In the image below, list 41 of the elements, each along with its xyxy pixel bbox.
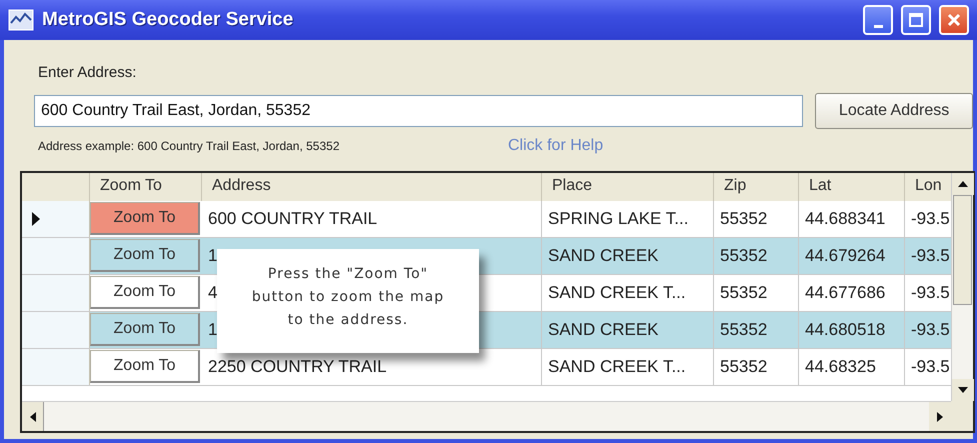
- table-cell: 44.677686: [799, 275, 905, 311]
- close-icon: [946, 12, 962, 28]
- scroll-down-icon[interactable]: [958, 387, 968, 393]
- scroll-left-icon[interactable]: [30, 412, 36, 422]
- table-cell: 44.688341: [799, 201, 905, 237]
- table-cell: 55352: [714, 201, 799, 237]
- table-cell: 44.679264: [799, 238, 905, 274]
- table-cell: 44.68325: [799, 349, 905, 385]
- vertical-scrollbar[interactable]: [951, 173, 973, 401]
- table-cell: SAND CREEK: [542, 312, 714, 348]
- scroll-up-icon[interactable]: [958, 181, 968, 187]
- row-header[interactable]: [22, 201, 90, 237]
- minimize-button[interactable]: [863, 5, 893, 35]
- close-button[interactable]: [939, 5, 969, 35]
- table-cell: 600 COUNTRY TRAIL: [202, 201, 542, 237]
- table-cell: SAND CREEK T...: [542, 349, 714, 385]
- table-cell: 55352: [714, 349, 799, 385]
- table-cell: 44.680518: [799, 312, 905, 348]
- zoom-to-button[interactable]: Zoom To: [90, 276, 200, 309]
- minimize-icon: [874, 24, 882, 28]
- locate-address-button[interactable]: Locate Address: [815, 93, 973, 129]
- maximize-icon: [908, 12, 924, 28]
- table-cell: SAND CREEK T...: [542, 275, 714, 311]
- table-cell: SPRING LAKE T...: [542, 201, 714, 237]
- table-cell: 55352: [714, 312, 799, 348]
- zoom-to-button[interactable]: Zoom To: [90, 350, 200, 383]
- table-cell: 55352: [714, 275, 799, 311]
- zoom-to-button[interactable]: Zoom To: [90, 313, 200, 346]
- address-field[interactable]: 600 Country Trail East, Jordan, 55352: [34, 95, 804, 127]
- address-example: Address example: 600 Country Trail East, Jordan, 55352: [38, 139, 340, 153]
- horizontal-scrollbar[interactable]: [22, 401, 951, 431]
- table-cell: SAND CREEK: [542, 238, 714, 274]
- app-icon: [8, 9, 34, 31]
- table-cell: 55352: [714, 238, 799, 274]
- address-label: Enter Address:: [38, 64, 136, 81]
- scroll-right-icon[interactable]: [937, 412, 943, 422]
- maximize-button[interactable]: [901, 5, 931, 35]
- tooltip: Press the "Zoom To" button to zoom the map to the address.: [217, 249, 479, 353]
- zoom-to-button[interactable]: Zoom To: [90, 239, 200, 272]
- zoom-to-button[interactable]: Zoom To: [90, 202, 200, 235]
- window-title: MetroGIS Geocoder Service: [42, 9, 294, 31]
